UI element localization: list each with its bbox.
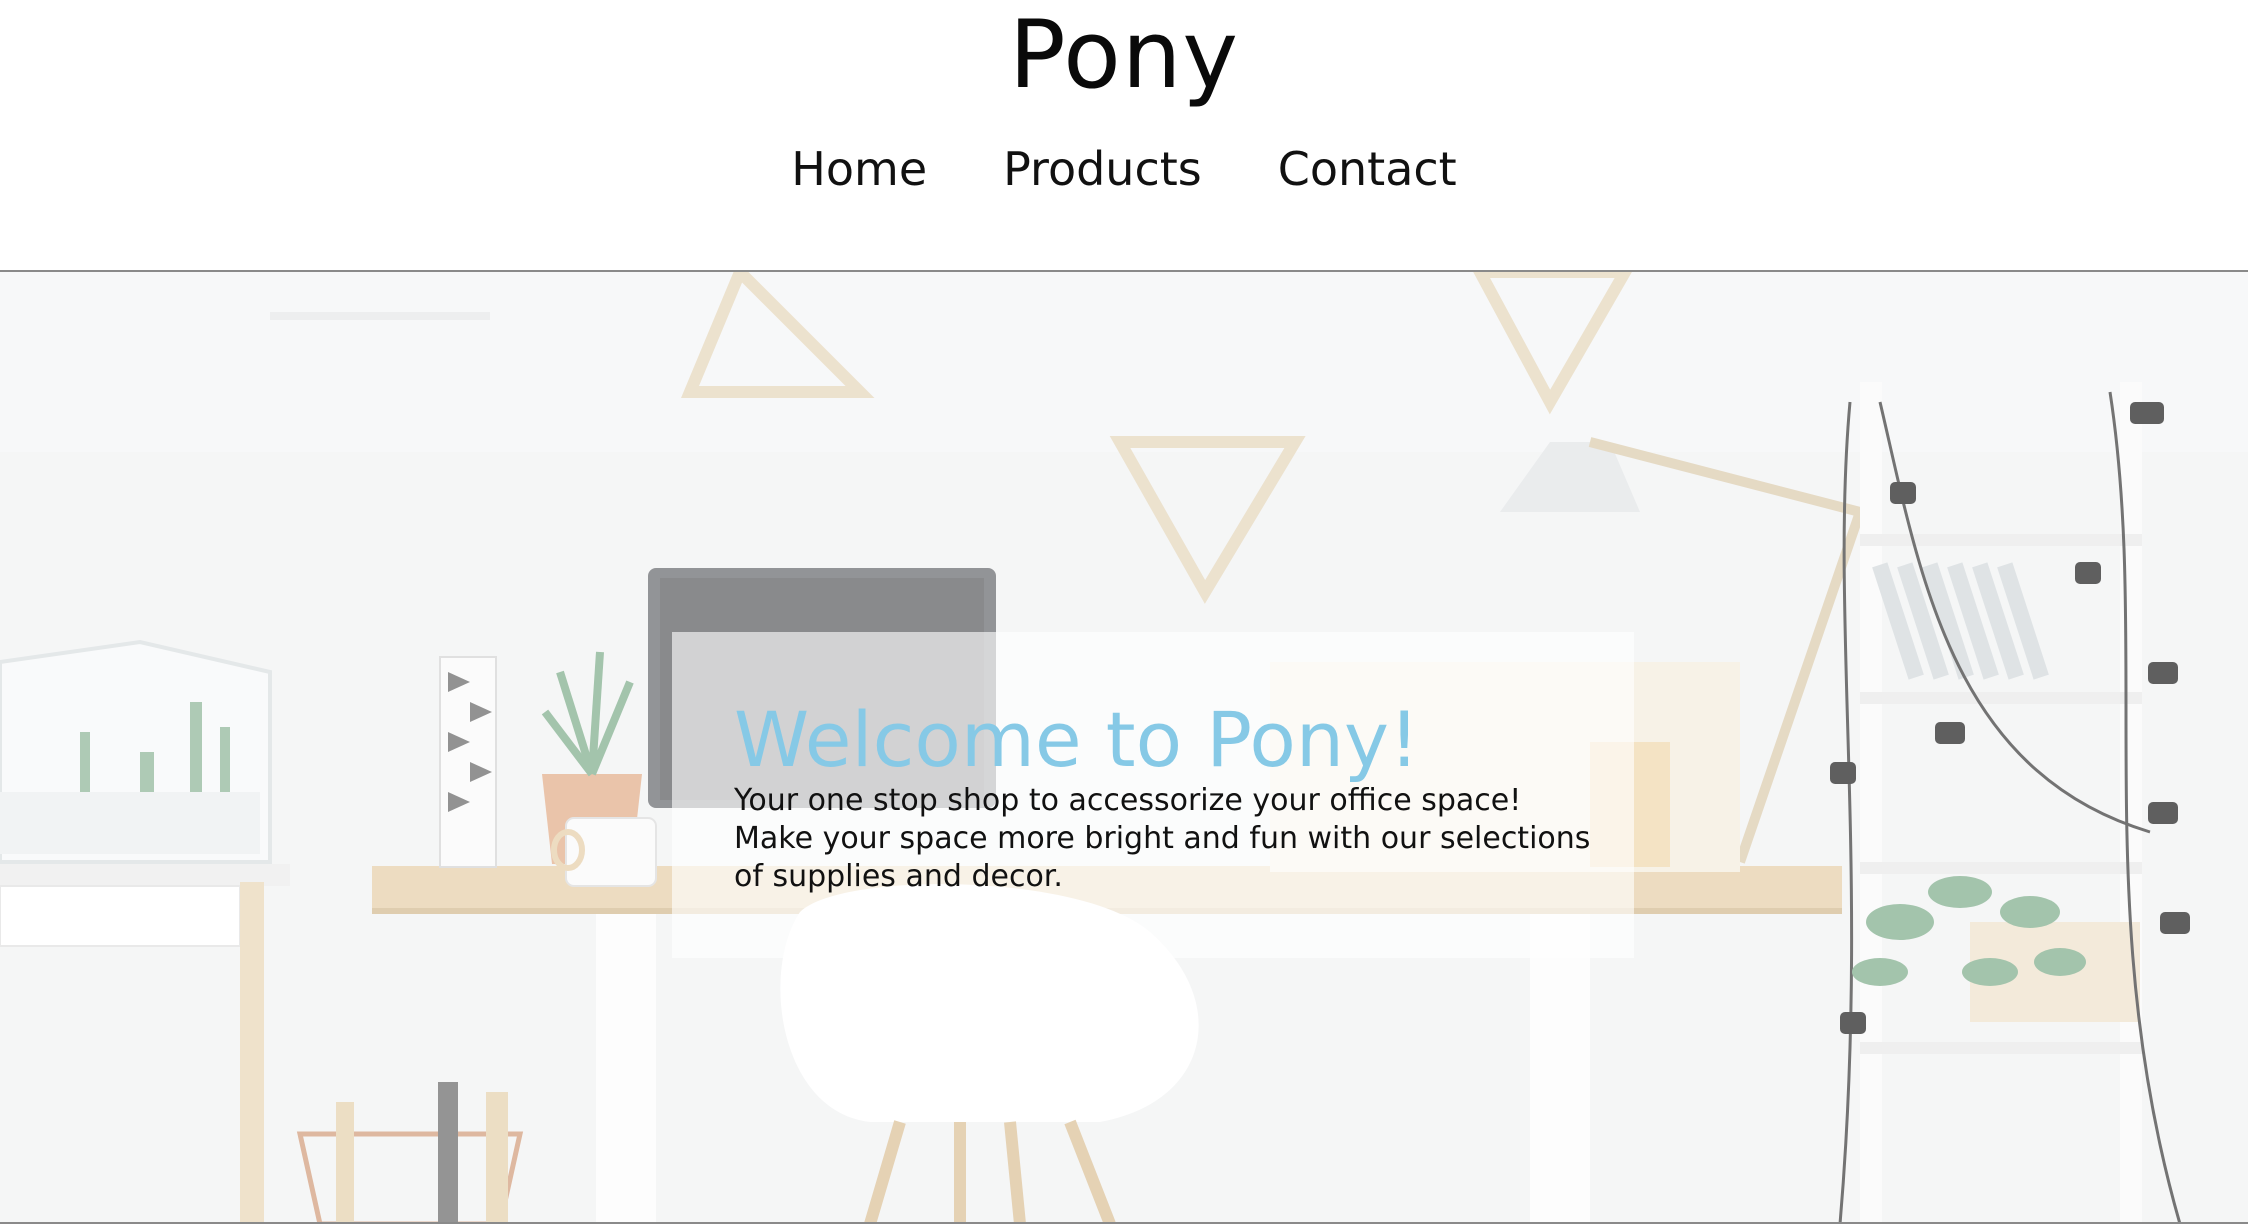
welcome-line-3: of supplies and decor.	[734, 859, 1063, 894]
nav-home-link[interactable]: Home	[753, 136, 965, 206]
hero-banner: Welcome to Pony! Your one stop shop to a…	[0, 272, 2248, 1224]
welcome-card: Welcome to Pony! Your one stop shop to a…	[672, 632, 1634, 958]
welcome-line-1: Your one stop shop to accessorize your o…	[734, 783, 1522, 818]
welcome-heading: Welcome to Pony!	[734, 695, 1420, 784]
welcome-line-2: Make your space more bright and fun with…	[734, 821, 1591, 856]
nav-products-link[interactable]: Products	[965, 136, 1240, 206]
welcome-description: Your one stop shop to accessorize your o…	[734, 782, 1594, 896]
nav-contact-link[interactable]: Contact	[1240, 136, 1495, 206]
brand-logo[interactable]: Pony	[0, 0, 2248, 118]
site-header: Pony Home Products Contact	[0, 0, 2248, 272]
main-nav: Home Products Contact	[0, 136, 2248, 206]
